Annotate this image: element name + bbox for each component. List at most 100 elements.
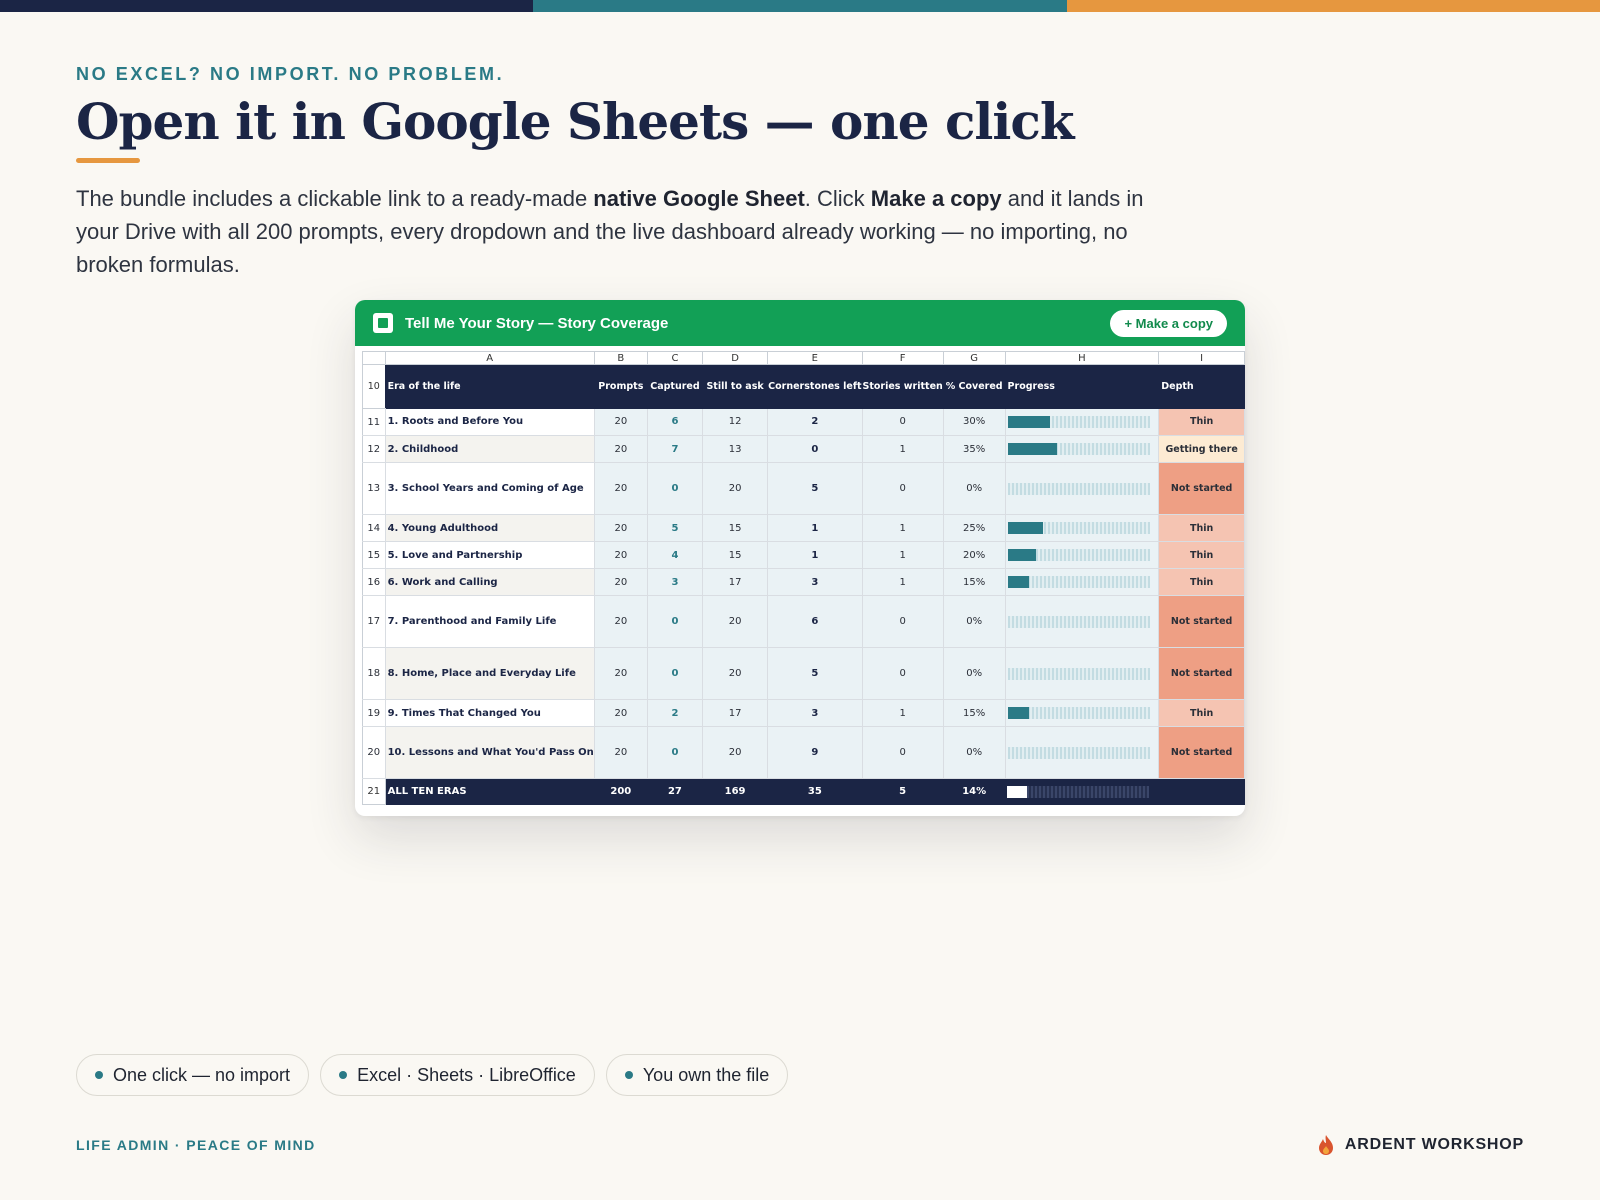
row-number[interactable]: 11 (362, 408, 386, 436)
percent-covered-cell[interactable]: 0% (943, 595, 1006, 648)
captured-cell[interactable]: 3 (647, 568, 703, 596)
depth-cell[interactable]: Not started (1158, 595, 1245, 648)
total-progress-cell[interactable] (1005, 778, 1159, 805)
make-a-copy-button[interactable]: + Make a copy (1110, 309, 1227, 337)
row-number[interactable]: 13 (362, 462, 386, 515)
stories-written-cell[interactable]: 1 (862, 568, 944, 596)
percent-covered-cell[interactable]: 20% (943, 541, 1006, 569)
column-header[interactable]: Progress (1005, 364, 1160, 409)
stories-written-cell[interactable]: 1 (862, 514, 944, 542)
percent-covered-cell[interactable]: 15% (943, 568, 1006, 596)
stories-written-cell[interactable]: 1 (862, 541, 944, 569)
column-header[interactable]: Cornerstones left (767, 364, 863, 409)
depth-cell[interactable]: Thin (1158, 514, 1245, 542)
column-letter[interactable]: G (942, 351, 1006, 365)
progress-cell[interactable] (1005, 514, 1160, 542)
cornerstones-cell[interactable]: 1 (767, 541, 863, 569)
column-letter[interactable]: B (593, 351, 648, 365)
row-number[interactable]: 20 (362, 726, 386, 779)
prompts-cell[interactable]: 20 (594, 568, 648, 596)
column-header[interactable]: Still to ask (702, 364, 769, 409)
stories-written-cell[interactable]: 0 (862, 647, 944, 700)
percent-covered-cell[interactable]: 0% (943, 726, 1006, 779)
stories-written-cell[interactable]: 0 (862, 726, 944, 779)
column-header[interactable]: Prompts (594, 364, 648, 409)
total-prompts-cell[interactable]: 200 (594, 778, 648, 805)
row-number[interactable]: 21 (362, 778, 386, 805)
column-letter[interactable]: D (701, 351, 769, 365)
cornerstones-cell[interactable]: 3 (767, 568, 863, 596)
still-to-ask-cell[interactable]: 15 (702, 541, 769, 569)
prompts-cell[interactable]: 20 (594, 408, 648, 436)
captured-cell[interactable]: 0 (647, 595, 703, 648)
progress-cell[interactable] (1005, 699, 1160, 727)
progress-cell[interactable] (1005, 462, 1160, 515)
percent-covered-cell[interactable]: 15% (943, 699, 1006, 727)
stories-written-cell[interactable]: 0 (862, 408, 944, 436)
column-header[interactable]: Stories written (862, 364, 944, 409)
column-header[interactable]: % Covered (943, 364, 1006, 409)
cornerstones-cell[interactable]: 5 (767, 647, 863, 700)
era-cell[interactable]: 5. Love and Partnership (385, 541, 595, 569)
captured-cell[interactable]: 0 (647, 462, 703, 515)
cornerstones-cell[interactable]: 3 (767, 699, 863, 727)
prompts-cell[interactable]: 20 (594, 541, 648, 569)
progress-cell[interactable] (1005, 568, 1160, 596)
still-to-ask-cell[interactable]: 20 (702, 726, 769, 779)
era-cell[interactable]: 7. Parenthood and Family Life (385, 595, 595, 648)
cornerstones-cell[interactable]: 2 (767, 408, 863, 436)
era-cell[interactable]: 2. Childhood (385, 435, 595, 463)
column-letter[interactable]: F (861, 351, 944, 365)
stories-written-cell[interactable]: 0 (862, 462, 944, 515)
total-label-cell[interactable]: ALL TEN ERAS (385, 778, 595, 805)
progress-cell[interactable] (1005, 595, 1160, 648)
era-cell[interactable]: 10. Lessons and What You'd Pass On (385, 726, 595, 779)
still-to-ask-cell[interactable]: 12 (702, 408, 769, 436)
captured-cell[interactable]: 7 (647, 435, 703, 463)
depth-cell[interactable]: Thin (1158, 699, 1245, 727)
still-to-ask-cell[interactable]: 20 (702, 595, 769, 648)
total-written-cell[interactable]: 5 (862, 778, 944, 805)
depth-cell[interactable]: Getting there (1158, 435, 1245, 463)
column-letter[interactable]: C (646, 351, 703, 365)
captured-cell[interactable]: 6 (647, 408, 703, 436)
progress-cell[interactable] (1005, 408, 1160, 436)
still-to-ask-cell[interactable]: 20 (702, 647, 769, 700)
captured-cell[interactable]: 0 (647, 647, 703, 700)
total-still-cell[interactable]: 169 (702, 778, 768, 805)
prompts-cell[interactable]: 20 (594, 514, 648, 542)
still-to-ask-cell[interactable]: 15 (702, 514, 769, 542)
percent-covered-cell[interactable]: 0% (943, 647, 1006, 700)
depth-cell[interactable]: Thin (1158, 541, 1245, 569)
prompts-cell[interactable]: 20 (594, 435, 648, 463)
cornerstones-cell[interactable]: 5 (767, 462, 863, 515)
column-letter[interactable]: I (1158, 351, 1245, 365)
captured-cell[interactable]: 0 (647, 726, 703, 779)
column-letter[interactable]: H (1004, 351, 1160, 365)
depth-cell[interactable]: Thin (1158, 568, 1245, 596)
percent-covered-cell[interactable]: 30% (943, 408, 1006, 436)
total-captured-cell[interactable]: 27 (647, 778, 703, 805)
column-header[interactable]: Era of the life (385, 364, 595, 409)
cornerstones-cell[interactable]: 1 (767, 514, 863, 542)
column-header[interactable]: Captured (647, 364, 703, 409)
total-pct-cell[interactable]: 14% (943, 778, 1006, 805)
era-cell[interactable]: 9. Times That Changed You (385, 699, 595, 727)
cornerstones-cell[interactable]: 0 (767, 435, 863, 463)
percent-covered-cell[interactable]: 35% (943, 435, 1006, 463)
row-number[interactable]: 17 (362, 595, 386, 648)
prompts-cell[interactable]: 20 (594, 595, 648, 648)
percent-covered-cell[interactable]: 0% (943, 462, 1006, 515)
row-number[interactable]: 10 (362, 364, 386, 409)
progress-cell[interactable] (1005, 435, 1160, 463)
progress-cell[interactable] (1005, 647, 1160, 700)
total-corner-cell[interactable]: 35 (767, 778, 863, 805)
cornerstones-cell[interactable]: 9 (767, 726, 863, 779)
progress-cell[interactable] (1005, 726, 1160, 779)
still-to-ask-cell[interactable]: 17 (702, 568, 769, 596)
column-letter[interactable]: E (767, 351, 863, 365)
depth-cell[interactable]: Not started (1158, 647, 1245, 700)
prompts-cell[interactable]: 20 (594, 699, 648, 727)
depth-cell[interactable]: Not started (1158, 462, 1245, 515)
era-cell[interactable]: 8. Home, Place and Everyday Life (385, 647, 595, 700)
